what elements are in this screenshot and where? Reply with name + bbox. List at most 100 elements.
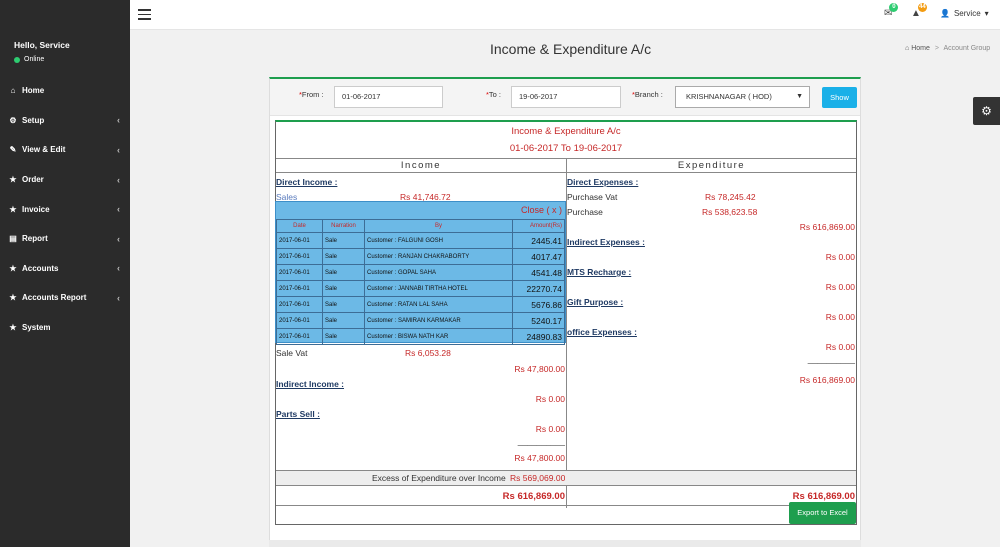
- sidebar-item-setup[interactable]: ⚙ Setup ‹: [0, 106, 130, 136]
- chevron-left-icon: ‹: [117, 204, 120, 215]
- purchase-vat-label[interactable]: Purchase Vat: [567, 192, 617, 202]
- chevron-left-icon: ‹: [117, 263, 120, 274]
- star-icon: ★: [9, 175, 17, 185]
- indirect-expenses-amount: Rs 0.00: [825, 252, 855, 262]
- breadcrumb-current: Account Group: [943, 45, 991, 52]
- chevron-left-icon: ‹: [117, 174, 120, 185]
- sidebar-item-report[interactable]: ▤ Report ‹: [0, 224, 130, 254]
- expenditure-total: Rs 616,869.00: [792, 491, 855, 502]
- indirect-expenses-heading[interactable]: Indirect Expenses :: [567, 237, 645, 247]
- mail-icon[interactable]: ✉ 0: [884, 3, 899, 19]
- sidebar-item-label: Order: [22, 175, 44, 185]
- from-date-input[interactable]: 01-06-2017: [334, 86, 443, 108]
- export-excel-button[interactable]: Export to Excel: [789, 502, 856, 524]
- cell-by: Customer : JANNABI TIRTHA HOTEL: [364, 280, 513, 297]
- breadcrumb-separator: >: [934, 45, 939, 52]
- sidebar: Hello, Service Online ⌂ Home ⚙ Setup ‹ ✎ View …: [0, 0, 130, 547]
- income-dash-line: __________: [517, 436, 565, 446]
- sidebar-item-label: Accounts Report: [22, 293, 87, 303]
- online-dot-icon: [14, 56, 20, 63]
- table-row: 2017-06-01 Sale Customer : JANNABI TIRTHA …: [276, 280, 565, 297]
- expenditure-dash-line: __________: [807, 354, 855, 364]
- sidebar-item-label: Report: [22, 234, 48, 244]
- indirect-income-heading[interactable]: Indirect Income :: [276, 379, 344, 389]
- sidebar-item-view-edit[interactable]: ✎ View & Edit ‹: [0, 135, 130, 165]
- page-title: Income & Expenditure A/c: [490, 41, 652, 57]
- report-icon: ▤: [9, 234, 17, 244]
- star-icon: ★: [9, 293, 17, 303]
- income-grand-total: Rs 47,800.00: [514, 453, 565, 463]
- chevron-left-icon: ‹: [117, 292, 120, 303]
- cell-by: Customer : BISWA NATH KAR: [364, 328, 513, 345]
- sidebar-item-label: Home: [22, 86, 45, 96]
- sidebar-item-order[interactable]: ★ Order ‹: [0, 165, 130, 195]
- filter-bar: *From : 01-06-2017 *To : 19-06-2017 *Bra…: [270, 79, 860, 116]
- sidebar-item-invoice[interactable]: ★ Invoice ‹: [0, 194, 130, 224]
- cell-amount: 4541.48: [512, 264, 565, 281]
- alert-icon[interactable]: ▲ 44: [911, 3, 927, 19]
- sale-vat-label[interactable]: Sale Vat: [276, 348, 308, 358]
- footer-strip: [269, 540, 861, 547]
- sidebar-item-accounts-report[interactable]: ★ Accounts Report ‹: [0, 283, 130, 313]
- user-menu-label: Service: [953, 9, 981, 18]
- purchase-amount: Rs 538,623.58: [702, 207, 758, 217]
- sidebar-item-label: Setup: [22, 115, 45, 125]
- parts-sell-amount: Rs 0.00: [535, 424, 565, 434]
- cogs-icon: ⚙: [9, 115, 17, 125]
- excess-amount: Rs 569,069.00: [510, 473, 566, 483]
- cell-narration: Sale: [322, 264, 365, 281]
- office-expenses-heading[interactable]: office Expenses :: [567, 327, 637, 337]
- breadcrumb-home[interactable]: Home: [911, 45, 930, 52]
- cell-narration: Sale: [322, 248, 365, 265]
- cell-date: 2017-06-01: [276, 280, 323, 297]
- sidebar-item-label: Accounts: [22, 263, 59, 273]
- sales-detail-popup: Close ( x ) Date Narration By Amount(Rs)…: [275, 201, 566, 345]
- table-header-row: Date Narration By Amount(Rs): [276, 219, 565, 233]
- table-row: 2017-06-01 Sale Customer : SAMIRAN KARMAKA…: [276, 312, 565, 329]
- purchase-label[interactable]: Purchase: [567, 207, 603, 217]
- chevron-left-icon: ‹: [117, 144, 120, 155]
- direct-income-heading[interactable]: Direct Income :: [276, 177, 337, 187]
- table-row: 2017-06-01 Sale Customer : RATAN LAL SAHA 5…: [276, 296, 565, 313]
- user-status: Online: [14, 56, 44, 63]
- gift-purpose-heading[interactable]: Gift Purpose :: [567, 297, 623, 307]
- cell-amount: 24890.83: [512, 328, 565, 345]
- cell-narration: Sale: [322, 232, 365, 249]
- expenditure-column-header: Expenditure: [566, 158, 856, 173]
- show-button[interactable]: Show: [822, 87, 857, 108]
- branch-select[interactable]: KRISHNANAGAR ( HOD) ▼: [675, 86, 810, 108]
- table-row: 2017-06-01 Sale Customer : BISWA NATH KAR 2…: [276, 328, 565, 345]
- cell-narration: Sale: [322, 312, 365, 329]
- expenditure-grand-total: Rs 616,869.00: [799, 375, 855, 385]
- top-navbar: ✉ 0 ▲ 44 👤 Service ▾: [130, 0, 1000, 30]
- from-label: *From :: [299, 90, 324, 99]
- direct-expenses-heading[interactable]: Direct Expenses :: [567, 177, 638, 187]
- sidebar-item-label: View & Edit: [22, 145, 66, 155]
- sidebar-item-system[interactable]: ★ System: [0, 313, 130, 343]
- menu-toggle-icon[interactable]: [138, 9, 151, 20]
- cell-by: Customer : RATAN LAL SAHA: [364, 296, 513, 313]
- star-icon: ★: [9, 204, 17, 214]
- to-date-input[interactable]: 19-06-2017: [511, 86, 621, 108]
- parts-sell-heading[interactable]: Parts Sell :: [276, 409, 320, 419]
- excess-label: Excess of Expenditure over Income: [372, 473, 506, 483]
- table-row: 2017-06-01 Sale Customer : RANJAN CHAKRABO…: [276, 248, 565, 265]
- cell-date: 2017-06-01: [276, 248, 323, 265]
- excess-row: Excess of Expenditure over Income Rs 569…: [276, 470, 856, 486]
- branch-select-value: KRISHNANAGAR ( HOD): [686, 92, 772, 101]
- col-narration: Narration: [322, 219, 365, 233]
- user-menu[interactable]: 👤 Service ▾: [940, 9, 989, 18]
- cell-narration: Sale: [322, 280, 365, 297]
- cell-amount: 2445.41: [512, 232, 565, 249]
- indirect-income-amount: Rs 0.00: [535, 394, 565, 404]
- home-icon: ⌂: [905, 45, 910, 52]
- sidebar-item-home[interactable]: ⌂ Home: [0, 76, 130, 106]
- to-label: *To :: [486, 90, 502, 99]
- sidebar-item-accounts[interactable]: ★ Accounts ‹: [0, 254, 130, 284]
- close-popup-button[interactable]: Close ( x ): [521, 205, 562, 215]
- cell-date: 2017-06-01: [276, 232, 323, 249]
- mts-recharge-heading[interactable]: MTS Recharge :: [567, 267, 631, 277]
- settings-gear-icon[interactable]: ⚙: [973, 97, 1000, 125]
- income-column-header: Income: [276, 158, 566, 173]
- chevron-left-icon: ‹: [117, 233, 120, 244]
